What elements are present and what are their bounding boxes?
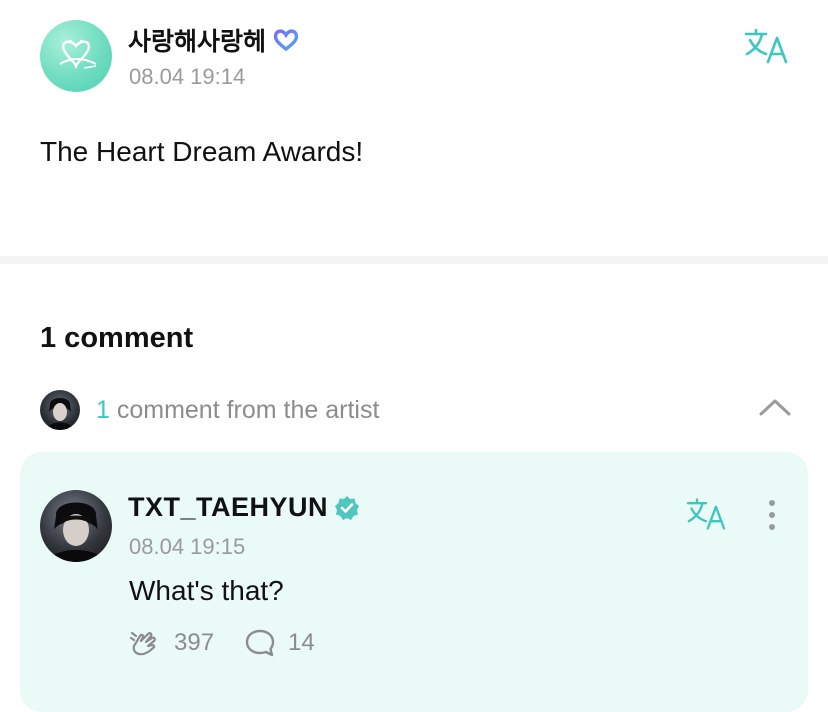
post-author-avatar[interactable] xyxy=(40,20,112,92)
artist-comment-summary-text: 1 comment from the artist xyxy=(96,396,379,425)
person-photo-icon xyxy=(48,502,104,562)
reply-button[interactable]: 14 xyxy=(244,628,315,658)
post-author-name[interactable]: 사랑해사랑헤 xyxy=(128,22,300,58)
artist-avatar-small xyxy=(40,390,80,430)
verified-badge-icon xyxy=(335,495,360,520)
artist-comment-count: 1 xyxy=(96,395,110,424)
chevron-up-icon xyxy=(759,399,791,416)
artist-comment-label: comment from the artist xyxy=(109,395,380,424)
comment-translate-button[interactable] xyxy=(684,496,728,532)
translate-icon xyxy=(686,498,726,530)
comment-timestamp: 08.04 19:15 xyxy=(129,534,246,559)
like-button[interactable]: 397 xyxy=(128,628,214,658)
section-divider xyxy=(0,256,828,264)
cheer-hands-icon xyxy=(129,631,156,656)
person-photo-icon xyxy=(46,398,74,430)
comment-more-button[interactable] xyxy=(762,498,782,532)
post-translate-button[interactable] xyxy=(742,26,790,66)
post-body-text: The Heart Dream Awards! xyxy=(40,136,364,167)
speech-bubble-icon xyxy=(245,629,275,657)
like-count: 397 xyxy=(174,629,215,656)
comment-author-name[interactable]: TXT_TAEHYUN xyxy=(128,492,360,523)
translate-icon xyxy=(744,28,788,64)
heart-logo-icon xyxy=(59,39,97,70)
reply-count: 14 xyxy=(288,629,315,656)
post-timestamp: 08.04 19:14 xyxy=(129,64,246,89)
artist-comment-summary[interactable]: 1 comment from the artist xyxy=(40,388,379,432)
comment-count-heading: 1 comment xyxy=(40,322,194,354)
heart-weverse-icon xyxy=(273,29,299,52)
comment-author-avatar[interactable] xyxy=(40,490,112,562)
more-vertical-icon xyxy=(769,500,775,530)
comment-body-text: What's that? xyxy=(129,575,284,606)
comment-stats: 397 14 xyxy=(128,628,345,658)
collapse-button[interactable] xyxy=(758,396,792,418)
